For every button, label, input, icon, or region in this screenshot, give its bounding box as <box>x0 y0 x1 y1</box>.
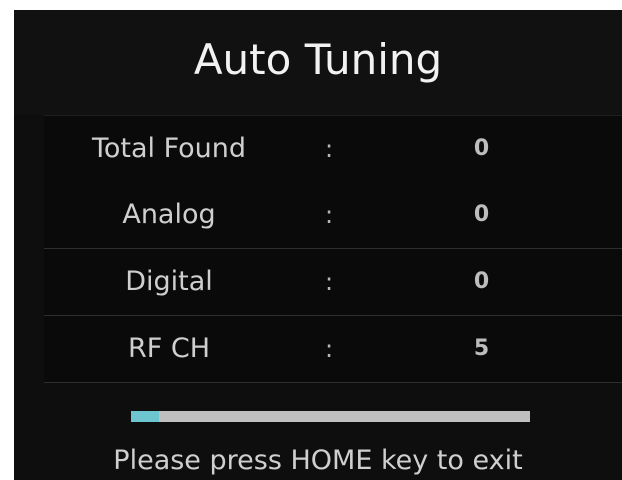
row-label: Digital <box>125 266 213 297</box>
row-total-found: Total Found : 0 <box>44 115 622 183</box>
row-separator: : <box>324 268 334 296</box>
row-separator: : <box>324 135 334 163</box>
panel-title: Auto Tuning <box>193 35 443 84</box>
row-value: 0 <box>473 202 490 227</box>
row-value: 5 <box>473 336 490 361</box>
row-value: 0 <box>473 136 490 161</box>
row-label: RF CH <box>127 333 211 364</box>
tuning-progress-bar <box>131 411 530 422</box>
row-label: Total Found <box>91 133 247 164</box>
row-value: 0 <box>473 269 490 294</box>
title-bar: Auto Tuning <box>14 10 622 115</box>
row-label: Analog <box>122 199 216 230</box>
tuning-progress-fill <box>131 411 159 422</box>
row-separator: : <box>324 201 334 229</box>
exit-hint: Please press HOME key to exit <box>113 445 523 476</box>
row-separator: : <box>324 335 334 363</box>
row-rf-ch: RF CH : 5 <box>44 316 622 383</box>
auto-tuning-panel: Auto Tuning Total Found : 0 Analog : 0 D… <box>14 10 622 480</box>
row-digital: Digital : 0 <box>44 249 622 316</box>
row-analog: Analog : 0 <box>44 182 622 249</box>
